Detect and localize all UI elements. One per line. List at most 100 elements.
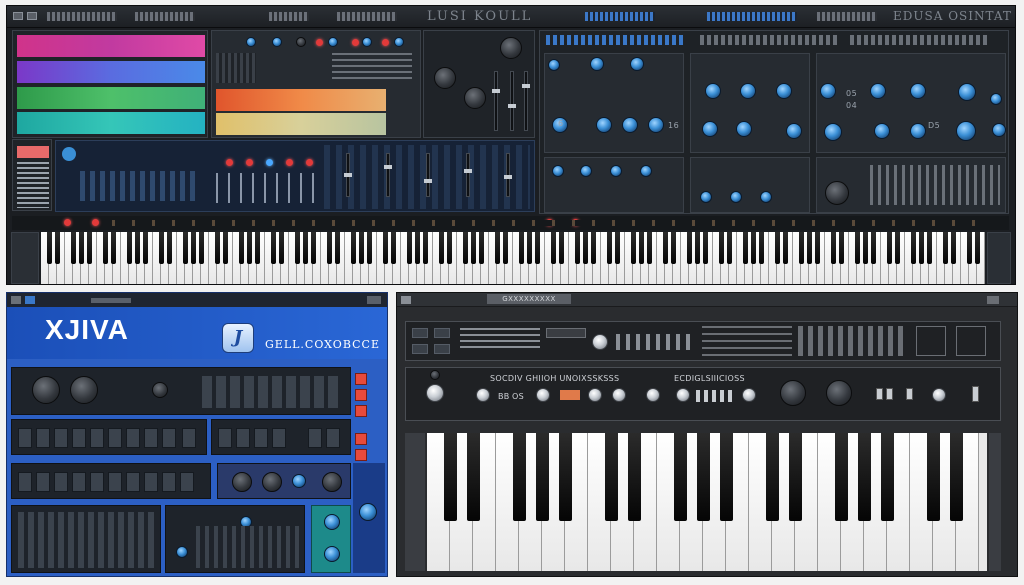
side-tab[interactable] [355, 373, 367, 385]
black-key[interactable] [765, 433, 779, 521]
black-key[interactable] [270, 232, 276, 264]
drum-pad[interactable] [90, 472, 104, 492]
window-menu-icon[interactable] [25, 296, 35, 304]
black-key[interactable] [662, 232, 668, 264]
knob[interactable] [612, 388, 626, 402]
parameter-grid[interactable] [332, 53, 412, 83]
black-key[interactable] [478, 232, 484, 264]
drum-pad[interactable] [54, 472, 68, 492]
knob[interactable] [824, 123, 842, 141]
preset-button[interactable] [434, 344, 450, 354]
black-key[interactable] [526, 232, 532, 264]
knob[interactable] [272, 37, 282, 47]
knob[interactable] [434, 67, 456, 89]
black-key[interactable] [949, 433, 963, 521]
parameter-grid[interactable] [216, 53, 256, 83]
knob[interactable] [610, 165, 622, 177]
black-key[interactable] [350, 232, 356, 264]
knob[interactable] [780, 380, 806, 406]
black-key[interactable] [502, 232, 508, 264]
black-key[interactable] [390, 232, 396, 264]
knob[interactable] [324, 546, 340, 562]
knob[interactable] [262, 472, 282, 492]
knob[interactable] [825, 181, 849, 205]
black-key[interactable] [238, 232, 244, 264]
power-icon[interactable] [916, 326, 946, 356]
black-key[interactable] [558, 232, 564, 264]
black-key[interactable] [366, 232, 372, 264]
toggle-switch[interactable] [876, 388, 883, 400]
drum-pad[interactable] [18, 428, 32, 448]
toggle-switch[interactable] [886, 388, 893, 400]
button-row[interactable] [616, 334, 696, 350]
black-key[interactable] [326, 232, 332, 264]
black-key[interactable] [918, 232, 924, 264]
drum-pad[interactable] [218, 428, 232, 448]
fader[interactable] [344, 153, 352, 197]
black-key[interactable] [590, 232, 596, 264]
knob[interactable] [874, 123, 890, 139]
drum-pad[interactable] [144, 428, 158, 448]
drum-pad[interactable] [108, 472, 122, 492]
black-key[interactable] [926, 232, 932, 264]
drum-pad[interactable] [272, 428, 286, 448]
black-key[interactable] [574, 232, 580, 264]
black-key[interactable] [158, 232, 164, 264]
knob[interactable] [596, 117, 612, 133]
knob[interactable] [362, 37, 372, 47]
drum-pad[interactable] [90, 428, 104, 448]
drum-pad[interactable] [326, 428, 340, 448]
black-key[interactable] [534, 232, 540, 264]
black-key[interactable] [719, 433, 733, 521]
black-key[interactable] [70, 232, 76, 264]
knob[interactable] [152, 382, 168, 398]
window-menu-icon[interactable] [987, 296, 999, 304]
black-key[interactable] [558, 433, 572, 521]
black-key[interactable] [870, 232, 876, 264]
black-key[interactable] [926, 433, 940, 521]
knob[interactable] [956, 121, 976, 141]
black-key[interactable] [604, 433, 618, 521]
knob[interactable] [648, 117, 664, 133]
preset-display[interactable] [546, 35, 686, 45]
knob[interactable] [548, 59, 560, 71]
knob[interactable] [958, 83, 976, 101]
knob[interactable] [476, 388, 490, 402]
black-key[interactable] [86, 232, 92, 264]
black-key[interactable] [646, 232, 652, 264]
knob[interactable] [820, 83, 836, 99]
knob[interactable] [776, 83, 792, 99]
piano-keyboard[interactable] [427, 433, 987, 571]
black-key[interactable] [182, 232, 188, 264]
fader[interactable] [464, 153, 472, 197]
knob[interactable] [426, 384, 444, 402]
parameter-grid[interactable] [202, 376, 342, 408]
black-key[interactable] [838, 232, 844, 264]
knob[interactable] [588, 388, 602, 402]
drum-pad[interactable] [126, 472, 140, 492]
knob[interactable] [630, 57, 644, 71]
button-grid[interactable] [798, 326, 908, 356]
black-key[interactable] [606, 232, 612, 264]
piano-keyboard[interactable] [41, 232, 985, 284]
knob[interactable] [870, 83, 886, 99]
black-key[interactable] [638, 232, 644, 264]
knob[interactable] [232, 472, 252, 492]
black-key[interactable] [518, 232, 524, 264]
black-key[interactable] [814, 232, 820, 264]
drum-pad[interactable] [236, 428, 250, 448]
toggle-row[interactable] [696, 390, 736, 402]
fader[interactable] [384, 153, 392, 197]
black-key[interactable] [358, 232, 364, 264]
knob[interactable] [500, 37, 522, 59]
toggle-switch[interactable] [972, 386, 979, 402]
drum-pad[interactable] [162, 428, 176, 448]
black-key[interactable] [894, 232, 900, 264]
fader[interactable] [522, 71, 530, 131]
drum-pad[interactable] [162, 472, 176, 492]
window-close-icon[interactable] [401, 296, 411, 304]
black-key[interactable] [630, 232, 636, 264]
drum-pad[interactable] [254, 428, 268, 448]
knob[interactable] [676, 388, 690, 402]
black-key[interactable] [446, 232, 452, 264]
